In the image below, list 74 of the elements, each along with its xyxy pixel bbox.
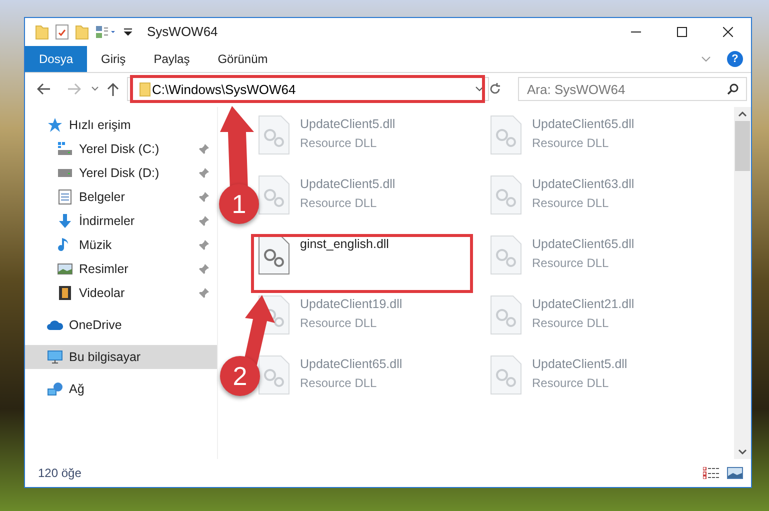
picture-icon xyxy=(57,261,73,277)
scroll-up-icon xyxy=(738,111,747,117)
sidebar-item[interactable]: Müzik xyxy=(25,233,217,257)
pointer-arrow xyxy=(243,295,275,365)
refresh-icon xyxy=(488,83,500,95)
dll-file-icon xyxy=(490,175,522,215)
close-icon xyxy=(723,27,733,37)
view-menu-icon[interactable] xyxy=(95,25,117,39)
sidebar-item[interactable]: İndirmeler xyxy=(25,209,217,233)
dll-file-icon xyxy=(490,235,522,275)
search-field[interactable]: Ara: SysWOW64 xyxy=(518,77,747,101)
sidebar-item[interactable]: Resimler xyxy=(25,257,217,281)
sidebar-item[interactable]: Yerel Disk (C:) xyxy=(25,137,217,161)
film-icon xyxy=(57,285,73,301)
dll-file-icon xyxy=(490,295,522,335)
customize-toolbar-icon[interactable] xyxy=(123,27,133,37)
sidebar-item[interactable]: Ağ xyxy=(25,377,217,401)
file-type: Resource DLL xyxy=(532,314,610,332)
window-title: SysWOW64 xyxy=(147,23,218,42)
file-type: Resource DLL xyxy=(300,134,378,152)
up-arrow-icon[interactable] xyxy=(107,82,119,96)
dll-file-icon xyxy=(258,115,290,155)
dll-file-icon xyxy=(490,115,522,155)
help-button[interactable]: ? xyxy=(727,51,743,67)
drive-icon xyxy=(57,141,73,157)
ribbon-tab[interactable]: Paylaş xyxy=(140,46,204,72)
sidebar-item[interactable]: Yerel Disk (D:) xyxy=(25,161,217,185)
maximize-icon xyxy=(677,27,687,37)
file-name[interactable]: UpdateClient65.dll xyxy=(532,235,634,254)
file-name[interactable]: UpdateClient5.dll xyxy=(532,355,628,374)
sidebar-item[interactable]: Hızlı erişim xyxy=(25,113,217,137)
sidebar-item[interactable]: Bu bilgisayar xyxy=(25,345,217,369)
address-field[interactable]: C:\Windows\SysWOW64 xyxy=(127,77,489,101)
item-count: 120 öğe xyxy=(38,465,82,482)
document-icon xyxy=(57,189,73,205)
file-name[interactable]: UpdateClient65.dll xyxy=(300,355,402,374)
file-name[interactable]: UpdateClient5.dll xyxy=(300,175,396,194)
file-name[interactable]: UpdateClient21.dll xyxy=(532,295,634,314)
chevron-down-icon[interactable] xyxy=(475,86,484,92)
file-name[interactable]: UpdateClient5.dll xyxy=(300,115,396,134)
back-arrow-icon[interactable] xyxy=(37,83,51,95)
sidebar-item[interactable]: OneDrive xyxy=(25,313,217,337)
ribbon-tab[interactable]: Görünüm xyxy=(204,46,282,72)
file-type: Resource DLL xyxy=(532,194,610,212)
large-icons-view-icon[interactable] xyxy=(727,467,743,479)
ribbon-tab[interactable]: Dosya xyxy=(25,46,88,72)
file-type: Resource DLL xyxy=(300,314,378,332)
details-view-icon[interactable] xyxy=(703,467,719,479)
file-name[interactable]: UpdateClient65.dll xyxy=(532,115,634,134)
sidebar-item[interactable]: Videolar xyxy=(25,281,217,305)
file-name[interactable]: ginst_english.dll xyxy=(300,235,389,254)
file-type: Resource DLL xyxy=(300,374,378,392)
ribbon-tab[interactable]: Giriş xyxy=(87,46,140,72)
star-icon xyxy=(47,117,63,133)
network-icon xyxy=(47,381,63,397)
file-type: Resource DLL xyxy=(532,254,610,272)
download-arrow-icon xyxy=(57,213,73,229)
file-type: Resource DLL xyxy=(532,374,610,392)
file-name[interactable]: UpdateClient19.dll xyxy=(300,295,402,314)
dll-file-icon xyxy=(258,355,290,395)
file-type: Resource DLL xyxy=(300,194,378,212)
sidebar-item[interactable]: Belgeler xyxy=(25,185,217,209)
chevron-down-icon[interactable] xyxy=(91,86,99,92)
computer-icon xyxy=(47,349,63,365)
file-type: Resource DLL xyxy=(532,134,610,152)
properties-icon[interactable] xyxy=(55,24,69,40)
scroll-down-icon xyxy=(738,449,747,455)
file-name[interactable]: UpdateClient63.dll xyxy=(532,175,634,194)
scrollbar[interactable] xyxy=(734,107,751,459)
dll-file-icon xyxy=(490,355,522,395)
dll-file-icon xyxy=(258,235,290,275)
dll-file-icon xyxy=(258,175,290,215)
scrollbar-thumb[interactable] xyxy=(735,121,750,171)
search-icon[interactable] xyxy=(727,83,739,95)
